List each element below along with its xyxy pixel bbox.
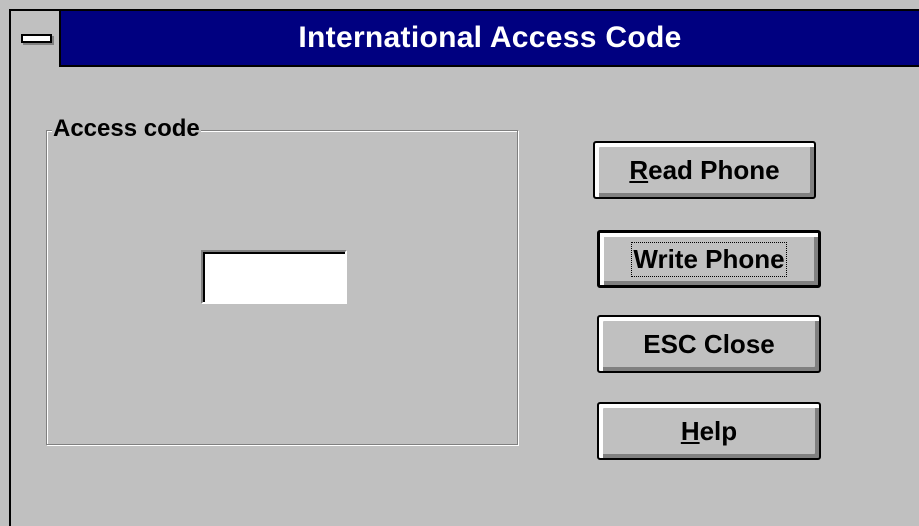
write-phone-label: Write Phone <box>631 241 787 277</box>
esc-close-button[interactable]: ESC Close <box>597 315 821 373</box>
window-title: International Access Code <box>298 21 682 54</box>
system-menu-icon <box>21 34 52 43</box>
read-phone-label: Read Phone <box>629 154 780 185</box>
esc-close-label: ESC Close <box>643 328 775 359</box>
title-area: International Access Code <box>61 11 919 67</box>
access-code-input[interactable] <box>201 250 347 304</box>
help-label: Help <box>680 415 738 446</box>
system-menu-button[interactable] <box>11 11 61 67</box>
access-code-group: Access code <box>46 114 518 445</box>
read-phone-button[interactable]: Read Phone <box>593 141 816 199</box>
write-phone-button[interactable]: Write Phone <box>597 230 821 288</box>
title-bar: International Access Code <box>11 11 919 67</box>
help-button[interactable]: Help <box>597 402 821 460</box>
access-code-group-label: Access code <box>52 114 201 144</box>
